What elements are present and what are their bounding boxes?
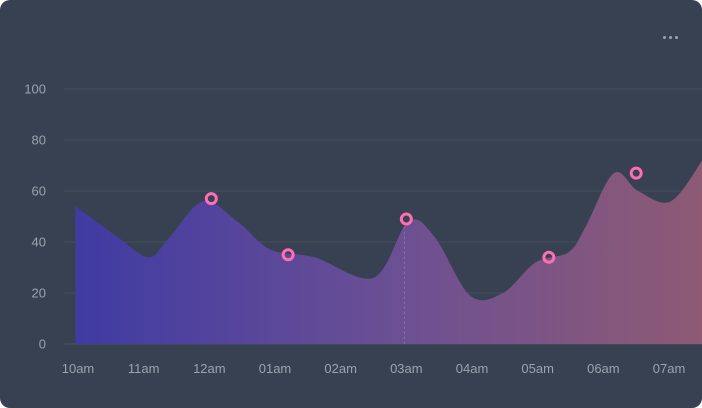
data-point-marker — [542, 250, 556, 264]
area-series — [75, 160, 702, 344]
x-tick-label: 11am — [128, 361, 160, 376]
x-axis-ticks: 10am 11am 12am 01am 02am 03am 04am 05am 06am 07am — [62, 361, 686, 376]
y-tick-label: 40 — [32, 235, 46, 250]
x-tick-label: 01am — [259, 361, 292, 376]
data-point-marker — [399, 212, 413, 226]
x-tick-label: 12am — [193, 361, 226, 376]
x-tick-label: 04am — [456, 361, 489, 376]
y-axis-ticks: 0 20 40 60 80 100 — [24, 82, 46, 352]
y-tick-label: 80 — [32, 133, 46, 148]
y-tick-label: 0 — [39, 337, 46, 352]
y-tick-label: 60 — [32, 184, 46, 199]
x-tick-label: 10am — [62, 361, 95, 376]
x-tick-label: 05am — [521, 361, 554, 376]
data-point-marker — [629, 166, 643, 180]
data-point-marker — [204, 192, 218, 206]
area-layer — [0, 0, 702, 408]
x-tick-label: 03am — [390, 361, 423, 376]
y-tick-label: 20 — [32, 286, 46, 301]
x-tick-label: 06am — [587, 361, 620, 376]
area-left-bound — [0, 0, 64, 408]
area-chart: 0 20 40 60 80 100 10am 11am 12am 01am 02am 03am 04a… — [0, 0, 702, 408]
y-tick-label: 100 — [24, 82, 46, 97]
x-tick-label: 07am — [653, 361, 686, 376]
x-tick-label: 02am — [324, 361, 357, 376]
chart-card: 0 20 40 60 80 100 10am 11am 12am 01am 02am 03am 04a… — [0, 0, 702, 408]
